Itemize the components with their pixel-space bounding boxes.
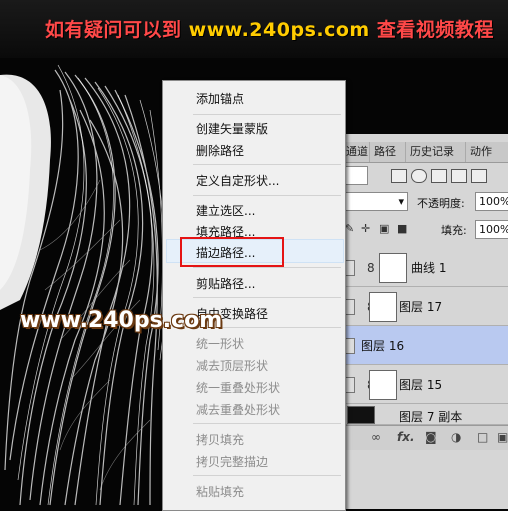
- menu-separator: [193, 195, 341, 196]
- tab-actions[interactable]: 动作: [465, 142, 496, 162]
- lock-row: ✎ ✛ ▣ ■ 填充: 100%: [341, 218, 508, 240]
- layer-mask-thumbnail[interactable]: [379, 253, 407, 283]
- menu-separator: [193, 267, 341, 268]
- layer-name[interactable]: 曲线 1: [411, 259, 446, 276]
- fx-button[interactable]: fx.: [397, 430, 415, 444]
- menu-item-copy-fill[interactable]: 拷贝填充: [196, 431, 244, 448]
- lock-all-icon[interactable]: ■: [397, 222, 407, 235]
- menu-separator: [193, 423, 341, 424]
- menu-item-paste-fill[interactable]: 粘贴填充: [196, 483, 244, 500]
- menu-item-make-selection[interactable]: 建立选区...: [196, 202, 255, 219]
- opacity-label: 不透明度:: [417, 197, 465, 210]
- filter-kind-select[interactable]: [343, 166, 368, 185]
- layer-name[interactable]: 图层 17: [399, 298, 442, 315]
- smart-object-filter-icon[interactable]: [471, 169, 487, 183]
- context-menu: 添加锚点 创建矢量蒙版 删除路径 定义自定形状... 建立选区... 填充路径.…: [162, 80, 346, 511]
- layer-mask-thumbnail[interactable]: [369, 292, 397, 322]
- panel-tabs: 通道 路径 历史记录 动作: [341, 142, 508, 163]
- menu-item-subtract-front-shape[interactable]: 减去顶层形状: [196, 357, 268, 374]
- highlight-annotation-box: [180, 237, 284, 267]
- visibility-toggle[interactable]: [345, 338, 355, 354]
- blend-mode-select[interactable]: ▾: [343, 192, 408, 211]
- layer-thumbnail[interactable]: [347, 406, 375, 424]
- banner-suffix: 查看视频教程: [376, 19, 494, 41]
- menu-item-copy-complete-stroke[interactable]: 拷贝完整描边: [196, 453, 268, 470]
- fill-label: 填充:: [441, 224, 467, 237]
- opacity-input[interactable]: 100%: [475, 192, 508, 211]
- blend-row: ▾ 不透明度: 100%: [341, 190, 508, 212]
- menu-item-create-vector-mask[interactable]: 创建矢量蒙版: [196, 120, 268, 137]
- lock-pixels-icon[interactable]: ✎: [345, 222, 354, 235]
- tab-paths[interactable]: 路径: [369, 142, 400, 162]
- menu-item-subtract-overlap[interactable]: 减去重叠处形状: [196, 401, 280, 418]
- new-group-icon[interactable]: □: [477, 430, 488, 444]
- banner-url: www.240ps.com: [188, 19, 370, 41]
- menu-separator: [193, 114, 341, 115]
- layer-name[interactable]: 图层 7 副本: [399, 408, 462, 425]
- layer-name[interactable]: 图层 16: [361, 337, 404, 354]
- layer-row-layer-17[interactable]: 8 图层 17: [341, 287, 508, 326]
- tab-history[interactable]: 历史记录: [405, 142, 458, 162]
- menu-separator: [193, 475, 341, 476]
- banner-prefix: 如有疑问可以到: [45, 19, 182, 41]
- type-filter-icon[interactable]: [431, 169, 447, 183]
- layer-name[interactable]: 图层 15: [399, 376, 442, 393]
- menu-separator: [193, 164, 341, 165]
- menu-separator: [193, 297, 341, 298]
- menu-item-clipping-path[interactable]: 剪贴路径...: [196, 275, 255, 292]
- chevron-down-icon: ▾: [398, 195, 404, 208]
- watermark: www.240ps.com: [20, 308, 223, 333]
- banner-text: 如有疑问可以到 www.240ps.com 查看视频教程: [45, 15, 494, 42]
- layer-mask-thumbnail[interactable]: [369, 370, 397, 400]
- lock-artboard-icon[interactable]: ▣: [379, 222, 389, 235]
- visibility-toggle[interactable]: [345, 260, 355, 276]
- adjustment-filter-icon[interactable]: [411, 169, 427, 183]
- layers-panel: 通道 路径 历史记录 动作 ▾ 不透明度: 100% ✎ ✛ ▣ ■ 填充: 1…: [340, 134, 508, 509]
- mask-link-icon[interactable]: 8: [367, 261, 375, 275]
- layer-row-layer-16[interactable]: 图层 16: [341, 326, 508, 365]
- lock-position-icon[interactable]: ✛: [361, 222, 370, 235]
- adjustment-layer-icon[interactable]: ◑: [451, 430, 461, 444]
- menu-item-define-custom-shape[interactable]: 定义自定形状...: [196, 172, 279, 189]
- fill-input[interactable]: 100%: [475, 220, 508, 239]
- link-layers-icon[interactable]: ∞: [371, 430, 381, 444]
- menu-item-add-anchor[interactable]: 添加锚点: [196, 90, 244, 107]
- filter-row: [341, 164, 508, 186]
- visibility-toggle[interactable]: [345, 377, 355, 393]
- layer-row-curves-1[interactable]: 8 曲线 1: [341, 248, 508, 287]
- layer-row-layer-15[interactable]: 8 图层 15: [341, 365, 508, 404]
- banner: 如有疑问可以到 www.240ps.com 查看视频教程: [0, 0, 508, 58]
- menu-item-delete-path[interactable]: 删除路径: [196, 142, 244, 159]
- menu-item-unite-shapes[interactable]: 统一形状: [196, 335, 244, 352]
- layers-footer: ∞ fx. ◙ ◑ □ ▣: [341, 425, 508, 450]
- new-layer-icon[interactable]: ▣: [497, 430, 508, 444]
- image-filter-icon[interactable]: [391, 169, 407, 183]
- layer-row-layer-7-copy[interactable]: 图层 7 副本: [341, 404, 508, 425]
- menu-item-unite-overlap[interactable]: 统一重叠处形状: [196, 379, 280, 396]
- add-mask-icon[interactable]: ◙: [425, 430, 437, 444]
- visibility-toggle[interactable]: [345, 299, 355, 315]
- shape-filter-icon[interactable]: [451, 169, 467, 183]
